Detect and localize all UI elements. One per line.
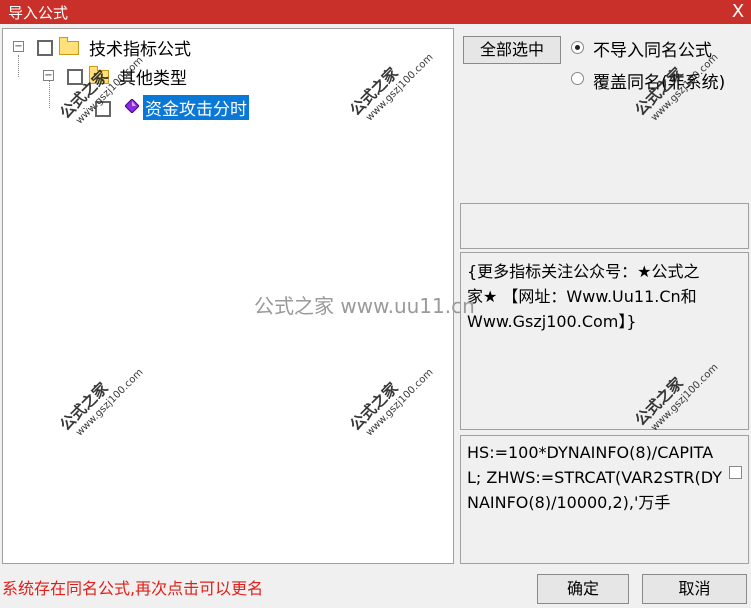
- name-field[interactable]: [460, 203, 749, 249]
- preview-checkbox[interactable]: [729, 466, 742, 479]
- window-title: 导入公式: [8, 4, 69, 22]
- collapse-toggle[interactable]: −: [43, 70, 54, 81]
- formula-icon: [125, 99, 139, 113]
- folder-icon: [59, 37, 79, 55]
- ok-button[interactable]: 确定: [537, 574, 629, 604]
- code-preview-box: HS:=100*DYNAINFO(8)/CAPITAL; ZHWS:=STRCA…: [460, 435, 749, 564]
- tree-checkbox[interactable]: [37, 40, 53, 56]
- radio-overwrite[interactable]: [571, 72, 584, 85]
- tree-node-root[interactable]: − 技术指标公式: [3, 35, 303, 60]
- description-box: {更多指标关注公众号：★公式之家★ 【网址：Www.Uu11.Cn和Www.Gs…: [460, 252, 749, 430]
- close-button[interactable]: X: [727, 0, 749, 24]
- cancel-button[interactable]: 取消: [642, 574, 747, 604]
- description-text: {更多指标关注公众号：★公式之家★ 【网址：Www.Uu11.Cn和Www.Gs…: [467, 262, 700, 331]
- code-preview-text: HS:=100*DYNAINFO(8)/CAPITAL; ZHWS:=STRCA…: [467, 443, 722, 512]
- radio-skip-duplicates[interactable]: [571, 41, 584, 54]
- tree-node-label-selected: 资金攻击分时: [143, 95, 249, 120]
- center-watermark: 公式之家 www.uu11.cn: [254, 294, 475, 318]
- tree-node-category[interactable]: − 其他类型: [3, 64, 303, 89]
- title-bar: 导入公式 X: [0, 0, 751, 24]
- collapse-toggle[interactable]: −: [13, 41, 24, 52]
- tree-node-formula[interactable]: 资金攻击分时: [3, 93, 303, 120]
- status-message: 系统存在同名公式,再次点击可以更名: [2, 579, 264, 598]
- select-all-button[interactable]: 全部选中: [463, 36, 561, 64]
